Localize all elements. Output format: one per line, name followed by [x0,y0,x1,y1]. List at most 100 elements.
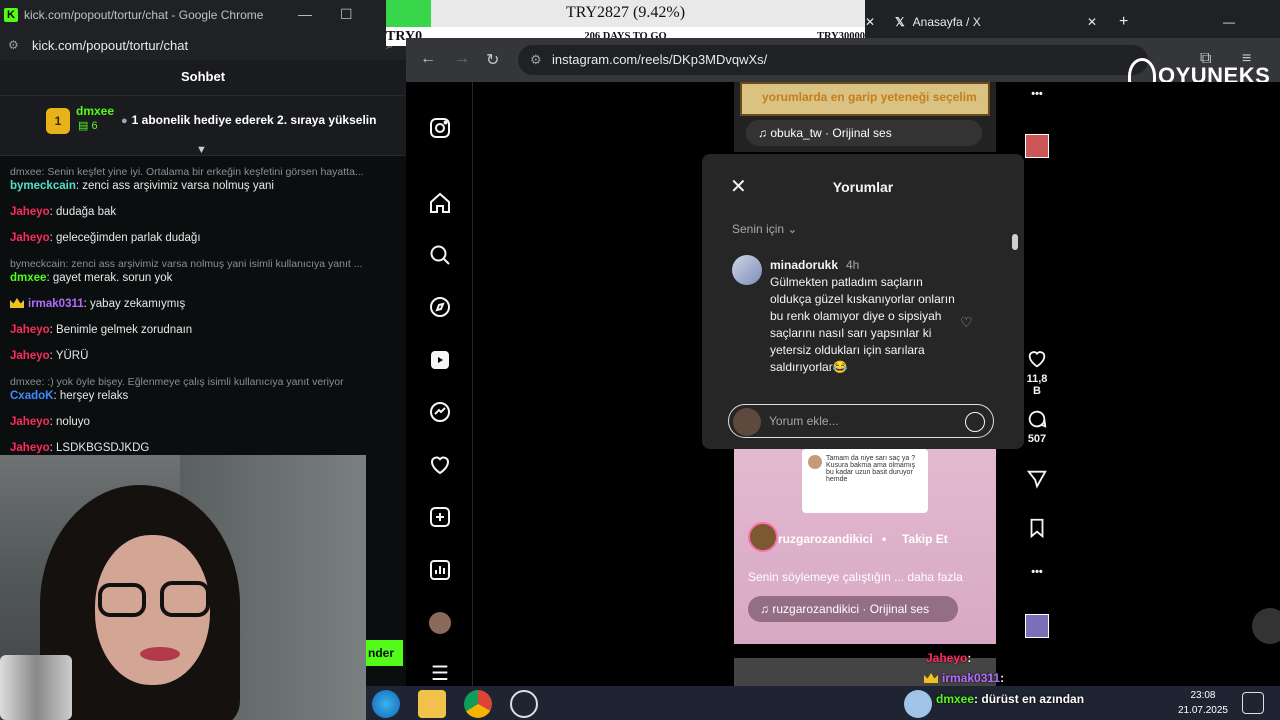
minimize-icon[interactable]: — [1223,6,1235,38]
chat-message: Jaheyo: LSDKBGSDJKDG [10,442,149,454]
comment-count: 507 [1027,433,1047,445]
chat-reply-context: dmxee: Senin keşfet yine iyi. Ortalama b… [10,166,364,178]
follow-button[interactable]: Takip Et [902,532,948,546]
close-tab-icon[interactable]: ✕ [865,6,885,38]
like-button[interactable]: 11,8 B [1022,348,1052,397]
comment-input[interactable] [769,411,959,431]
share-button[interactable] [1022,468,1052,493]
instagram-page: ☰ yorumlarda en garip yeteneği seçelim ♫… [406,82,1280,686]
messages-fab[interactable] [1252,608,1280,644]
chat-username[interactable]: Jaheyo [10,350,50,362]
reel-caption[interactable]: Senin söylemeye çalıştığın ... daha fazl… [748,570,963,584]
site-info-icon[interactable]: ⚙ [530,45,542,75]
chat-header: Sohbet [0,60,406,96]
back-icon[interactable]: ← [420,50,436,68]
chat-username[interactable]: Jaheyo [10,442,50,454]
reload-icon[interactable]: ↻ [486,50,499,70]
reel-comment-sticker: Tamam da niye sarı saç ya ? Kusura bakma… [802,449,928,513]
create-icon[interactable] [428,505,452,529]
tab-title: Anasayfa / X [912,15,981,29]
new-tab-icon[interactable]: + [1119,6,1128,38]
comments-scrollbar[interactable] [1010,224,1018,380]
heart-icon [1028,351,1046,368]
save-button[interactable] [1022,517,1052,542]
x-logo-icon: 𝕏 [895,15,905,29]
more-options-icon[interactable]: ••• [1022,566,1052,578]
instagram-sidebar: ☰ [406,82,473,686]
gift-count: ▤ 6 [78,120,98,132]
audio-pill[interactable]: ♫ ruzgarozandikici · Orijinal ses [748,596,958,622]
search-icon[interactable] [428,243,452,267]
audio-label: ruzgarozandikici · Orijinal ses [772,602,930,616]
comment-button[interactable]: 507 [1022,408,1052,445]
comment-sort-dropdown[interactable]: Senin için ⌄ [732,222,797,236]
chat-text: : noluyo [49,416,90,428]
commenter-avatar[interactable] [732,255,762,285]
chat-username[interactable]: Jaheyo [10,206,50,218]
instagram-logo-icon[interactable] [428,116,452,140]
reels-icon[interactable] [428,348,452,372]
tab-x-home[interactable]: 𝕏 Anasayfa / X ✕ [895,6,1105,38]
home-icon[interactable] [428,191,452,215]
minimize-icon[interactable]: — [298,6,312,22]
add-comment-field[interactable] [728,404,994,438]
author-avatar[interactable] [748,522,778,552]
clock-time: 23:08 [1190,690,1216,701]
previous-audio-thumb[interactable] [1022,134,1052,158]
notification-icon[interactable] [1242,692,1264,714]
system-clock[interactable]: 23:08 21.07.2025 [1178,686,1228,718]
commenter-name[interactable]: minadorukk [770,258,838,272]
notifications-heart-icon[interactable] [428,453,452,477]
chevron-down-icon[interactable]: ▼ [196,144,207,156]
weather-icon[interactable] [904,690,932,718]
messenger-icon[interactable] [428,400,452,424]
like-count: 11,8 B [1026,373,1048,397]
chat-message: CxadoK: herşey relaks [10,390,128,402]
author-name[interactable]: ruzgarozandikici • [778,532,886,546]
chat-username[interactable]: CxadoK [10,390,53,402]
crown-badge-icon [10,298,24,308]
chat-username[interactable]: dmxee [10,272,46,284]
gift-count-value: 6 [91,120,98,132]
address-bar[interactable]: ⚙ instagram.com/reels/DKp3MDvqwXs/ [518,45,1148,75]
kick-address-bar[interactable]: ⚙ kick.com/popout/tortur/chat ⌕ [0,30,406,60]
audio-thumb[interactable] [1022,614,1052,638]
current-reel[interactable]: Tamam da niye sarı saç ya ? Kusura bakma… [734,449,996,644]
chat-username[interactable]: irmak0311 [28,298,84,310]
obs-icon[interactable] [510,690,538,718]
close-tab-icon[interactable]: ✕ [1087,15,1097,29]
explore-icon[interactable] [428,295,452,319]
send-icon [1026,470,1047,489]
forward-icon[interactable]: → [454,50,470,68]
chat-username[interactable]: bymeckcain [10,180,76,192]
send-button[interactable]: nder [366,640,403,666]
comment-like-icon[interactable]: ♡ [960,314,973,331]
more-options-icon[interactable]: ••• [1022,88,1052,100]
maximize-icon[interactable]: ☐ [340,6,353,23]
chrome-icon[interactable] [464,690,492,718]
emoji-icon[interactable] [965,412,985,432]
dashboard-icon[interactable] [428,558,452,582]
comments-panel: ✕ Yorumlar Senin için ⌄ minadorukk 4h Gü… [702,154,1024,449]
chat-message: bymeckcain: zenci ass arşivimiz varsa no… [10,180,274,192]
pinned-username[interactable]: dmxee [76,104,114,118]
pinned-message: 1 abonelik hediye ederek 2. sıraya yükse… [121,113,377,127]
profile-avatar[interactable] [428,611,452,635]
audio-pill[interactable]: ♫ obuka_tw · Orijinal ses [746,120,982,146]
kick-window-title: kick.com/popout/tortur/chat - Google Chr… [24,8,264,22]
windows-taskbar: dmxee: dürüst en azından 23:08 21.07.202… [366,686,1280,720]
site-settings-icon[interactable]: ⚙ [8,38,22,52]
edge-icon[interactable] [372,690,400,718]
chat-message: Jaheyo: YÜRÜ [10,350,88,362]
previous-reel[interactable]: yorumlarda en garip yeteneği seçelim ♫ o… [734,82,996,152]
chat-message: Jaheyo: geleceğimden parlak dudağı [10,232,201,244]
tab-strip: ✕ 𝕏 Anasayfa / X ✕ + — [865,0,1280,38]
chat-username[interactable]: Jaheyo [10,232,50,244]
sticker-text: Tamam da niye sarı saç ya ? Kusura bakma… [826,455,916,483]
file-explorer-icon[interactable] [418,690,446,718]
clock-date: 21.07.2025 [1177,705,1228,716]
chevron-down-icon: ⌄ [787,222,798,236]
chat-username[interactable]: Jaheyo [10,416,50,428]
more-menu-icon[interactable]: ☰ [428,662,452,686]
chat-username[interactable]: Jaheyo [10,324,50,336]
